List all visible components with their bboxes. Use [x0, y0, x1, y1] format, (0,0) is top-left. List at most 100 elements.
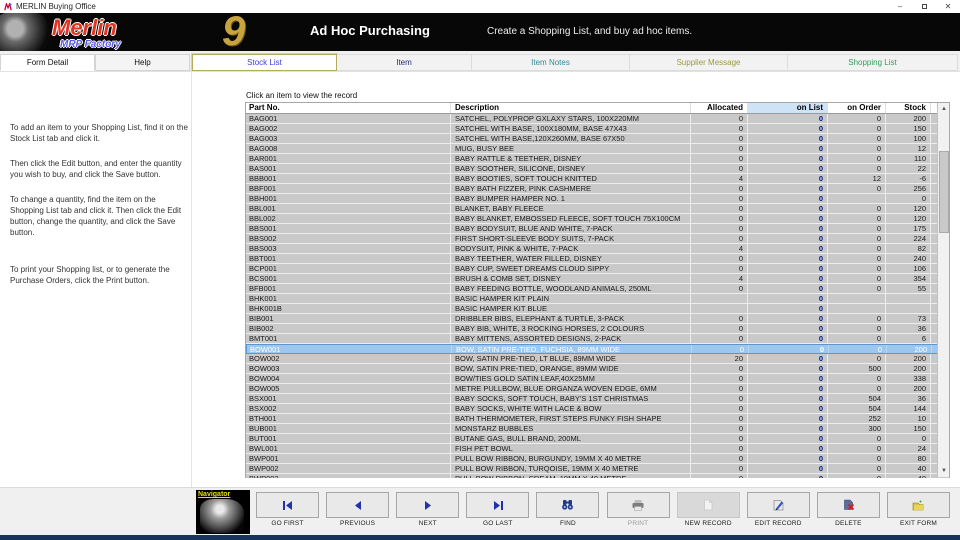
minimize-button[interactable]: – [888, 0, 912, 13]
tab-help[interactable]: Help [95, 54, 190, 71]
cell-stock: 200 [887, 345, 932, 353]
table-row[interactable]: BSX001BABY SOCKS, SOFT TOUCH, BABY'S 1ST… [246, 394, 949, 404]
cell-on-order: 0 [828, 154, 886, 163]
table-row[interactable]: BMT001BABY MITTENS, ASSORTED DESIGNS, 2-… [246, 334, 949, 344]
exit-form-button[interactable]: EXIT FORM [887, 492, 950, 532]
column-header-on-order[interactable]: on Order [828, 103, 886, 113]
delete-button[interactable]: DELETE [817, 492, 880, 532]
table-row[interactable]: BWL001FISH PET BOWL00024 [246, 444, 949, 454]
table-header: Part No. Description Allocated on List o… [246, 103, 949, 114]
table-row[interactable]: BBL001BLANKET, BABY FLEECE000120 [246, 204, 949, 214]
cell-allocated [691, 304, 748, 313]
print-button[interactable]: PRINT [607, 492, 670, 532]
find-button[interactable]: FIND [536, 492, 599, 532]
table-row[interactable]: BCS001BRUSH & COMB SET, DISNEY400354 [246, 274, 949, 284]
scroll-up-icon[interactable]: ▲ [938, 103, 950, 115]
edit-record-button[interactable]: EDIT RECORD [747, 492, 810, 532]
table-row[interactable]: BUT001BUTANE GAS, BULL BRAND, 200ML0000 [246, 434, 949, 444]
column-header-allocated[interactable]: Allocated [691, 103, 748, 113]
table-row[interactable]: BAG008MUG, BUSY BEE00012 [246, 144, 949, 154]
scroll-down-icon[interactable]: ▼ [938, 465, 950, 477]
table-row[interactable]: BBS002FIRST SHORT-SLEEVE BODY SUITS, 7-P… [246, 234, 949, 244]
table-row[interactable]: BHK001BASIC HAMPER KIT PLAIN0 [246, 294, 949, 304]
table-row[interactable]: BHK001BBASIC HAMPER KIT BLUE0 [246, 304, 949, 314]
next-button[interactable]: NEXT [396, 492, 459, 532]
tab-stock-list[interactable]: Stock List [192, 54, 337, 71]
exit-form-icon [911, 499, 925, 511]
navigator-title: Navigator [196, 490, 250, 498]
table-row[interactable]: BOW001BOW, SATIN PRE-TIED, FUCHSIA, 89MM… [246, 344, 949, 354]
scrollbar-thumb[interactable] [939, 151, 949, 233]
tab-supplier-message[interactable]: Supplier Message [630, 54, 788, 71]
table-row[interactable]: BCP001BABY CUP, SWEET DREAMS CLOUD SIPPY… [246, 264, 949, 274]
cell-stock: 22 [886, 164, 931, 173]
cell-on-list: 0 [748, 304, 828, 313]
cell-part-no: BWL001 [246, 444, 451, 453]
cell-stock: 110 [886, 154, 931, 163]
table-scrollbar[interactable]: ▲ ▼ [937, 103, 949, 477]
column-header-description[interactable]: Description [451, 103, 691, 113]
cell-description: PULL BOW RIBBON, TURQOISE, 19MM X 40 MET… [451, 464, 691, 473]
cell-stock: 80 [886, 454, 931, 463]
table-row[interactable]: BWP003PULL BOW RIBBON, CREAM, 19MM X 40 … [246, 474, 949, 478]
tab-form-detail[interactable]: Form Detail [0, 54, 95, 71]
cell-part-no: BOW003 [246, 364, 451, 373]
new-record-button[interactable]: NEW RECORD [677, 492, 740, 532]
table-row[interactable]: BWP001PULL BOW RIBBON, BURGUNDY, 19MM X … [246, 454, 949, 464]
cell-stock: 100 [886, 134, 931, 143]
instruction-paragraph: To change a quantity, find the item on t… [10, 194, 190, 238]
table-row[interactable]: BBS001BABY BODYSUIT, BLUE AND WHITE, 7-P… [246, 224, 949, 234]
table-row[interactable]: BOW004BOW/TIES GOLD SATIN LEAF,40X25MM00… [246, 374, 949, 384]
cell-stock: 0 [886, 194, 931, 203]
cell-on-order: 0 [828, 384, 886, 393]
go-last-button[interactable]: GO LAST [466, 492, 529, 532]
cell-stock: -6 [886, 174, 931, 183]
table-row[interactable]: BIB001DRIBBLER BIBS, ELEPHANT & TURTLE, … [246, 314, 949, 324]
cell-on-list: 0 [748, 364, 828, 373]
cell-allocated: 0 [691, 374, 748, 383]
cell-allocated: 0 [691, 264, 748, 273]
maximize-button[interactable] [912, 0, 936, 13]
table-row[interactable]: BBF001BABY BATH FIZZER, PINK CASHMERE000… [246, 184, 949, 194]
table-row[interactable]: BBB001BABY BOOTIES, SOFT TOUCH KNITTED40… [246, 174, 949, 184]
cell-on-order: 0 [828, 444, 886, 453]
column-header-stock[interactable]: Stock [886, 103, 931, 113]
table-row[interactable]: BAG003SATCHEL WITH BASE,120X260MM, BASE … [246, 134, 949, 144]
table-row[interactable]: BAR001BABY RATTLE & TEETHER, DISNEY00011… [246, 154, 949, 164]
table-row[interactable]: BIB002BABY BIB, WHITE, 3 ROCKING HORSES,… [246, 324, 949, 334]
table-row[interactable]: BWP002PULL BOW RIBBON, TURQOISE, 19MM X … [246, 464, 949, 474]
table-row[interactable]: BOW005METRE PULLBOW, BLUE ORGANZA WOVEN … [246, 384, 949, 394]
table-row[interactable]: BBH001BABY BUMPER HAMPER NO. 1000 [246, 194, 949, 204]
cell-description: BOW, SATIN PRE-TIED, LT BLUE, 89MM WIDE [451, 354, 691, 363]
table-row[interactable]: BBT001BABY TEETHER, WATER FILLED, DISNEY… [246, 254, 949, 264]
column-header-on-list[interactable]: on List [748, 103, 828, 113]
cell-description: BABY BOOTIES, SOFT TOUCH KNITTED [451, 174, 691, 183]
go-first-button[interactable]: GO FIRST [256, 492, 319, 532]
tab-shopping-list[interactable]: Shopping List [788, 54, 958, 71]
table-row[interactable]: BBL002BABY BLANKET, EMBOSSED FLEECE, SOF… [246, 214, 949, 224]
cell-on-list: 0 [748, 134, 828, 143]
table-row[interactable]: BAS001BABY SOOTHER, SILICONE, DISNEY0002… [246, 164, 949, 174]
table-row[interactable]: BBS003BODYSUIT, PINK & WHITE, 7-PACK4008… [246, 244, 949, 254]
column-header-part-no[interactable]: Part No. [246, 103, 451, 113]
table-row[interactable]: BAG001SATCHEL, POLYPROP GXLAXY STARS, 10… [246, 114, 949, 124]
app-icon [4, 3, 12, 11]
table-row[interactable]: BOW002BOW, SATIN PRE-TIED, LT BLUE, 89MM… [246, 354, 949, 364]
cell-part-no: BOW005 [246, 384, 451, 393]
table-row[interactable]: BAG002SATCHEL WITH BASE, 100X180MM, BASE… [246, 124, 949, 134]
table-row[interactable]: BOW003BOW, SATIN PRE-TIED, ORANGE, 89MM … [246, 364, 949, 374]
cell-stock: 73 [886, 314, 931, 323]
tab-item[interactable]: Item [337, 54, 472, 71]
table-row[interactable]: BUB001MONSTARZ BUBBLES00300150 [246, 424, 949, 434]
table-row[interactable]: BTH001BATH THERMOMETER, FIRST STEPS FUNK… [246, 414, 949, 424]
table-row[interactable]: BSX002BABY SOCKS, WHITE WITH LACE & BOW0… [246, 404, 949, 414]
close-button[interactable]: ✕ [936, 0, 960, 13]
table-row[interactable]: BFB001BABY FEEDING BOTTLE, WOODLAND ANIM… [246, 284, 949, 294]
cell-on-order: 0 [828, 464, 886, 473]
cell-part-no: BAG002 [246, 124, 451, 133]
cell-description: PULL BOW RIBBON, BURGUNDY, 19MM X 40 MET… [451, 454, 691, 463]
tab-item-notes[interactable]: Item Notes [472, 54, 630, 71]
cell-stock: 224 [886, 234, 931, 243]
cell-on-list: 0 [748, 214, 828, 223]
previous-button[interactable]: PREVIOUS [326, 492, 389, 532]
